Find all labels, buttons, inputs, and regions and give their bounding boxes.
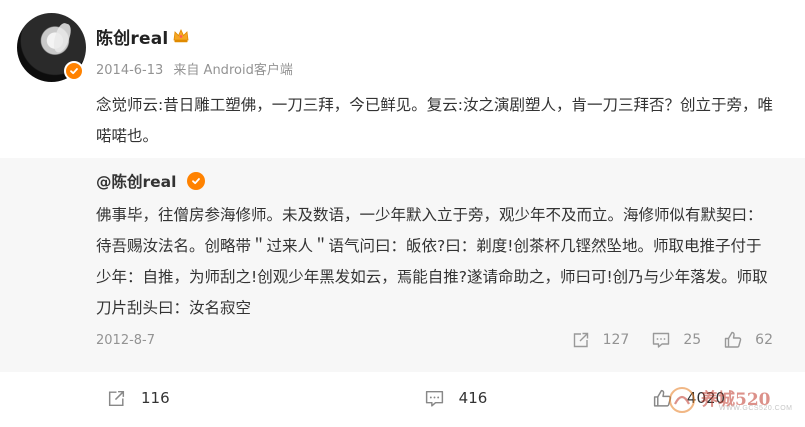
watermark-logo-icon: [669, 387, 695, 413]
comment-icon: [653, 332, 670, 348]
weibo-post: 陈创real 2014-6-13 来自 Android客户端 念觉师云:昔日雕工…: [0, 0, 805, 427]
repost-box[interactable]: @陈创real 佛事毕，往僧房参海修师。未及数语，一少年默入立于旁，观少年不及而…: [0, 158, 805, 372]
repost-comment-button[interactable]: 25: [651, 330, 701, 350]
repost-repost-button[interactable]: 127: [571, 330, 630, 350]
comment-icon: [425, 390, 443, 407]
verified-badge-icon: [64, 61, 84, 81]
post-meta: 2014-6-13 来自 Android客户端: [96, 59, 293, 78]
repost-author[interactable]: @陈创real: [96, 170, 176, 192]
repost-icon: [108, 390, 125, 406]
repost-like-button[interactable]: 62: [723, 330, 773, 350]
repost-comment-count: 25: [683, 332, 702, 348]
author-name[interactable]: 陈创real: [96, 24, 168, 49]
repost-text: 佛事毕，往僧房参海修师。未及数语，一少年默入立于旁，观少年不及而立。海修师似有默…: [96, 206, 768, 317]
repost-repost-count: 127: [602, 332, 630, 348]
repost-button[interactable]: 116: [0, 378, 339, 418]
verified-badge-icon: [187, 172, 205, 190]
repost-stats: 127 25 62: [549, 330, 773, 350]
like-icon: [724, 331, 742, 348]
post-date[interactable]: 2014-6-13: [96, 63, 163, 78]
repost-date[interactable]: 2012-8-7: [96, 333, 155, 348]
watermark-url: WWW.GCS520.COM: [719, 405, 793, 412]
post-source: 来自 Android客户端: [173, 63, 293, 78]
comment-count: 416: [458, 389, 488, 407]
repost-icon: [573, 332, 588, 348]
crown-icon[interactable]: [172, 27, 190, 45]
post-text: 念觉师云:昔日雕工塑佛，一刀三拜，今已鲜见。复云:汝之演剧塑人，肯一刀三拜否？创…: [96, 96, 773, 145]
avatar[interactable]: [17, 13, 86, 82]
repost-like-count: 62: [755, 332, 773, 348]
repost-count: 116: [141, 389, 170, 407]
site-watermark: 养城520 WWW.GCS520.COM: [667, 383, 795, 417]
comment-button[interactable]: 416: [339, 378, 572, 418]
